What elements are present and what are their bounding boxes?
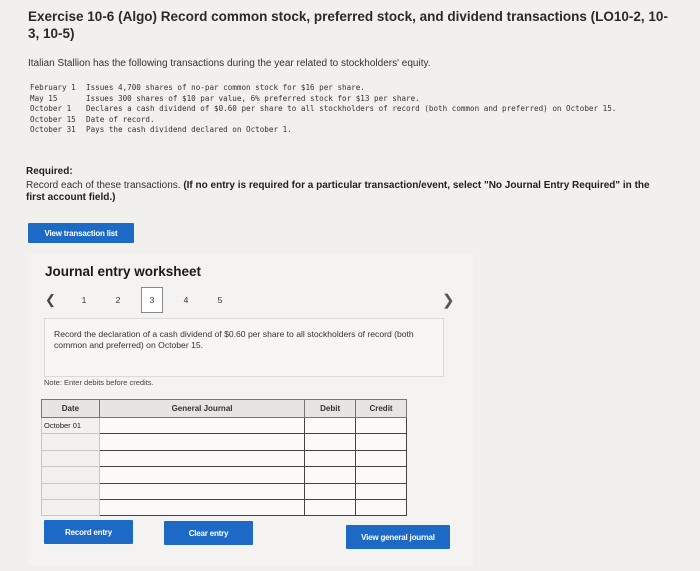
page-3[interactable]: 3 [141,287,163,313]
credit-input[interactable] [355,433,407,451]
worksheet-title: Journal entry worksheet [45,264,202,279]
chevron-left-icon[interactable]: ❮ [45,292,67,308]
view-transaction-list-button[interactable]: View transaction list [28,223,134,243]
page-5[interactable]: 5 [203,295,237,305]
transaction-text: Pays the cash dividend declared on Octob… [86,125,292,134]
account-input[interactable] [98,433,306,451]
date-cell: October 01 [41,416,100,435]
table-row [41,482,407,500]
page-4[interactable]: 4 [169,295,203,305]
required-text: Record each of these transactions. [26,180,181,191]
transaction-text: Issues 300 shares of $10 par value, 6% p… [86,93,420,103]
journal-header-row: Date General Journal Debit Credit [41,399,407,418]
date-cell [41,466,100,484]
exercise-title: Exercise 10-6 (Algo) Record common stock… [28,9,668,41]
credit-input[interactable] [355,498,407,517]
transaction-date: May 15 [30,93,58,103]
page-1[interactable]: 1 [67,295,101,305]
credit-input[interactable] [355,416,407,435]
chevron-right-icon[interactable]: ❯ [442,291,455,309]
transaction-item: October 1 Declares a cash dividend of $0… [30,104,650,115]
debit-input[interactable] [304,433,357,451]
transaction-text: Date of record. [86,114,155,124]
date-cell [41,449,100,468]
transaction-text: Declares a cash dividend of $0.60 per sh… [86,104,617,113]
clear-entry-button[interactable]: Clear entry [164,521,253,545]
account-input[interactable] [98,498,306,517]
date-column-header: Date [41,399,100,418]
debit-column-header: Debit [304,399,357,418]
view-general-journal-button[interactable]: View general journal [346,525,450,549]
credit-input[interactable] [355,466,407,484]
credit-input[interactable] [355,449,407,468]
debit-input[interactable] [304,482,357,500]
date-cell [41,433,100,451]
date-cell [41,498,100,517]
table-row [41,433,407,451]
debit-input[interactable] [304,466,357,484]
debit-input[interactable] [304,498,357,517]
debit-input[interactable] [304,449,357,468]
transaction-text: Issues 4,700 shares of no-par common sto… [86,83,365,92]
record-entry-button[interactable]: Record entry [44,520,133,544]
date-cell [41,482,100,500]
table-row [41,498,407,517]
account-input[interactable] [98,416,306,435]
transaction-item: May 15 Issues 300 shares of $10 par valu… [30,94,650,105]
table-row [41,449,407,468]
general-journal-column-header: General Journal [98,399,306,418]
transaction-date: October 1 [30,104,72,113]
required-heading: Required: [26,166,73,177]
transaction-item: February 1 Issues 4,700 shares of no-par… [30,83,650,94]
journal-table: Date General Journal Debit Credit Octobe… [41,399,407,517]
transaction-date: February 1 [30,83,76,92]
transaction-list: February 1 Issues 4,700 shares of no-par… [30,83,650,136]
account-input[interactable] [98,449,306,468]
credit-input[interactable] [355,482,407,500]
table-row: October 01 [41,416,407,435]
credit-column-header: Credit [355,399,407,418]
debit-input[interactable] [304,416,357,435]
account-input[interactable] [98,466,306,484]
entry-note: Note: Enter debits before credits. [44,378,154,387]
transaction-item: October 31 Pays the cash dividend declar… [30,125,650,136]
required-instructions: Record each of these transactions. (If n… [26,180,666,204]
table-row [41,466,407,484]
account-input[interactable] [98,482,306,500]
transaction-date: October 31 [30,125,76,134]
transaction-date: October 15 [30,114,76,124]
transaction-item: October 15 Date of record. [30,115,650,126]
page-2[interactable]: 2 [101,295,135,305]
entry-description: Record the declaration of a cash dividen… [44,318,444,377]
problem-intro: Italian Stallion has the following trans… [28,58,431,69]
worksheet-pager: ❮ 1 2 3 4 5 [45,287,237,313]
